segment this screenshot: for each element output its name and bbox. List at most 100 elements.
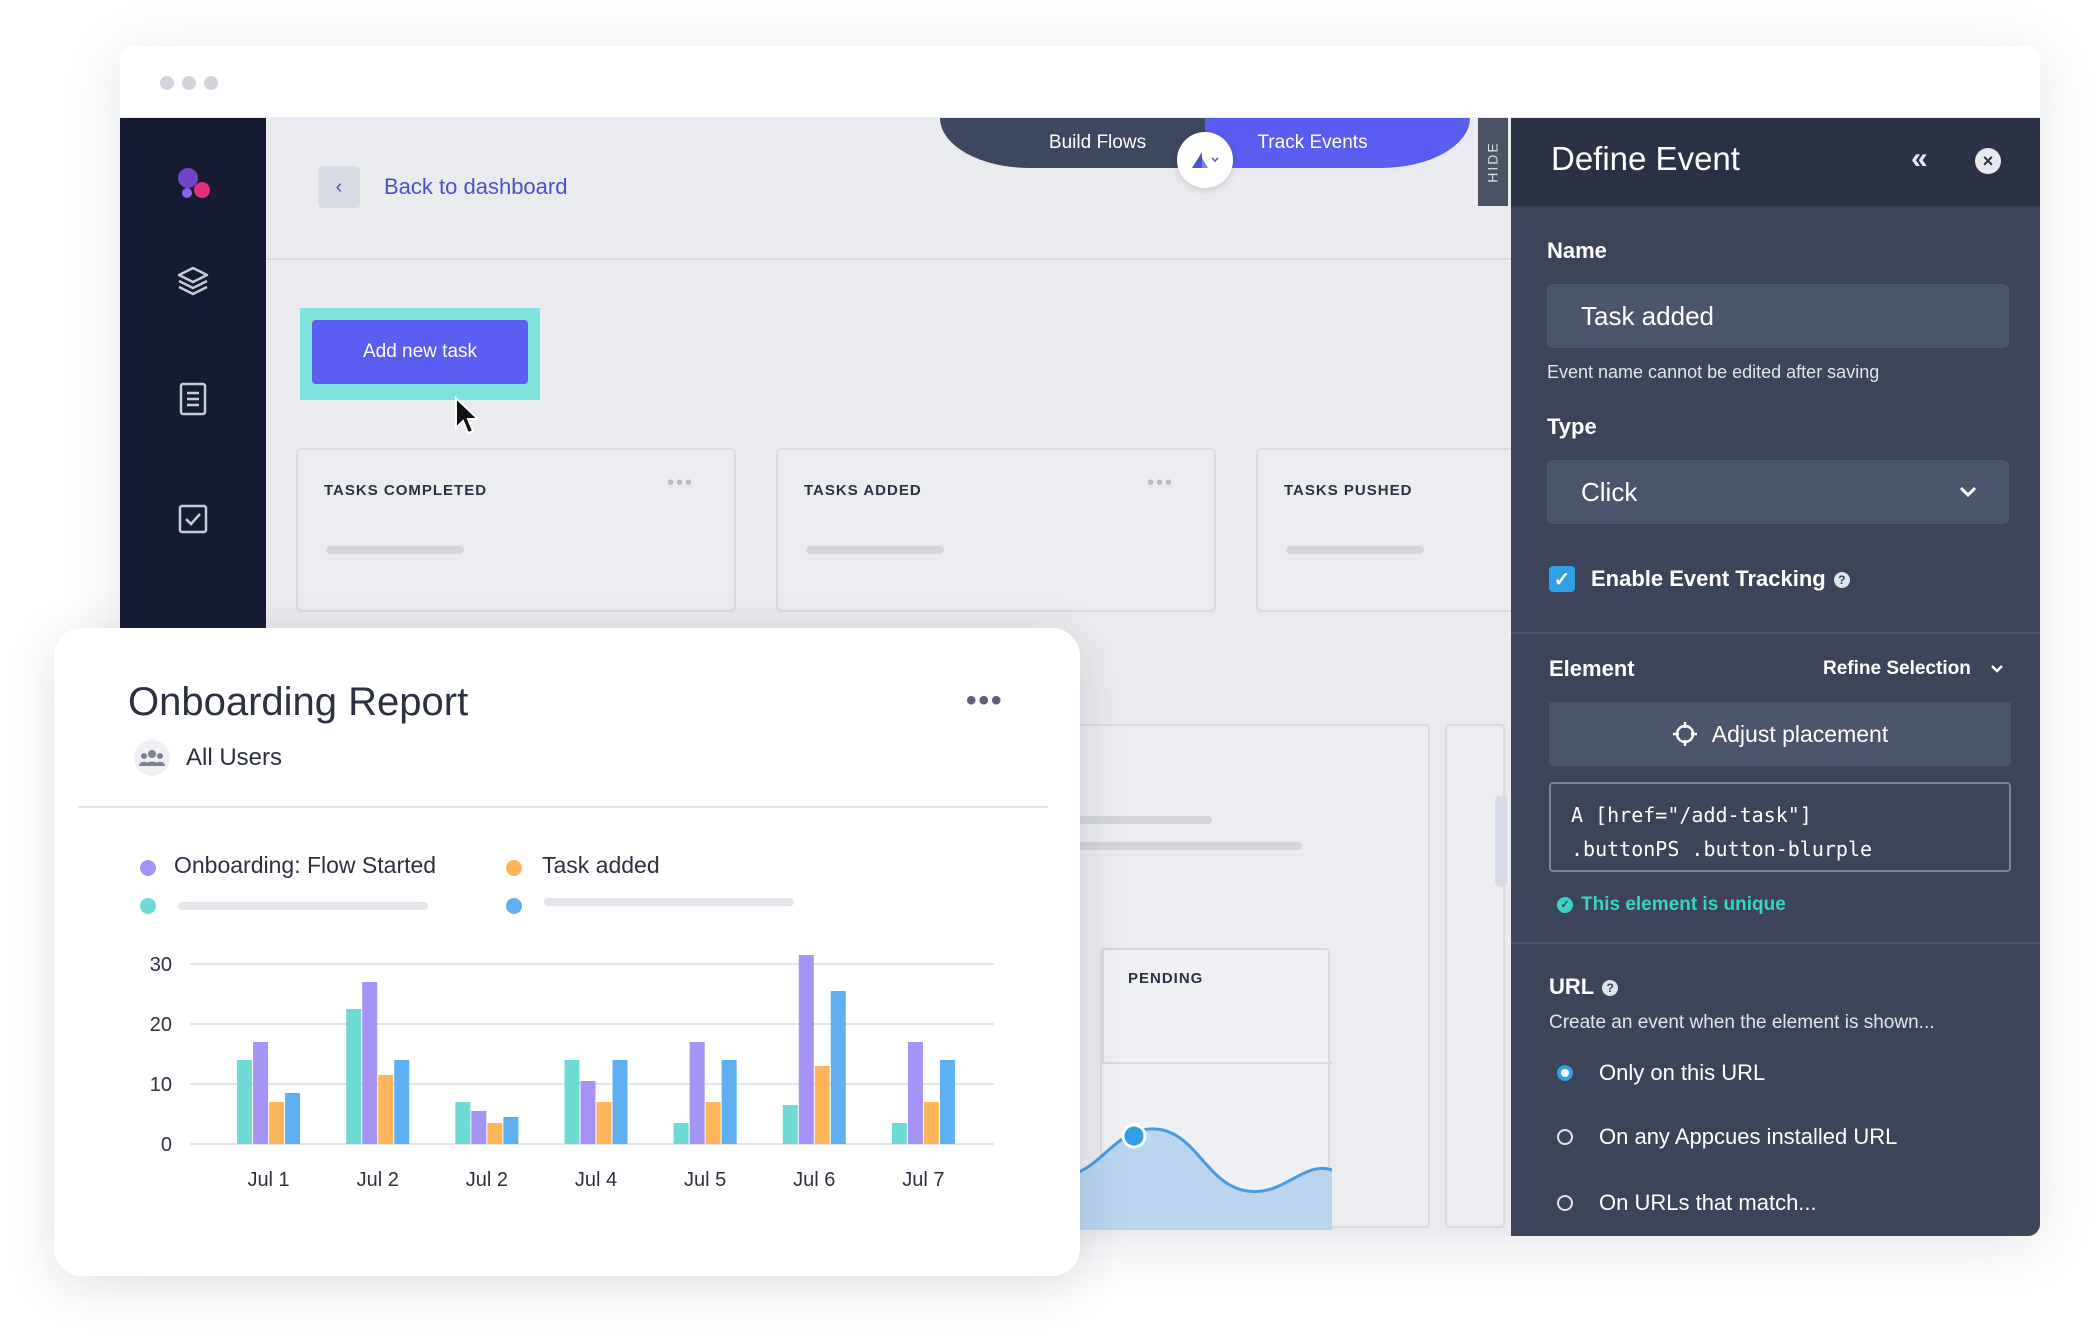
event-name-input[interactable]: Task added — [1547, 284, 2009, 348]
y-tick-label: 0 — [161, 1134, 172, 1156]
enable-tracking-checkbox[interactable]: ✓ — [1549, 566, 1575, 592]
chevron-down-icon — [1959, 486, 1977, 498]
x-tick-label: Jul 5 — [684, 1169, 726, 1191]
pending-panel: PENDING — [902, 948, 1332, 1230]
bar — [564, 1060, 580, 1144]
url-option-match[interactable]: On URLs that match... — [1557, 1190, 1817, 1216]
logo-icon[interactable] — [170, 162, 216, 208]
css-selector-field[interactable]: A [href="/add-task"] .buttonPS .button-b… — [1549, 782, 2011, 872]
more-icon[interactable]: ••• — [1147, 472, 1174, 495]
report-title: Onboarding Report — [128, 680, 469, 724]
bar — [830, 991, 846, 1144]
radio[interactable] — [1557, 1129, 1573, 1145]
type-label: Type — [1547, 414, 1597, 439]
unique-status: ✓ This element is unique — [1557, 894, 1786, 916]
window-dot[interactable] — [182, 76, 196, 90]
refine-selection-label: Refine Selection — [1823, 658, 1971, 679]
more-icon[interactable]: ••• — [966, 684, 1004, 718]
placeholder-bar — [1286, 546, 1424, 554]
bar — [580, 1081, 596, 1144]
bar — [923, 1102, 939, 1144]
divider — [1511, 942, 2040, 944]
stat-card-title: TASKS PUSHED — [1284, 482, 1413, 499]
name-label: Name — [1547, 238, 1607, 263]
pending-label: PENDING — [1128, 970, 1204, 987]
bar — [612, 1060, 628, 1144]
panel-title: Define Event — [1551, 140, 1740, 177]
adjust-placement-label: Adjust placement — [1711, 720, 1889, 747]
unique-label: This element is unique — [1581, 894, 1786, 915]
close-icon[interactable]: × — [1975, 148, 2001, 174]
help-icon[interactable]: ? — [1833, 572, 1850, 589]
stat-card-tasks-added[interactable]: TASKS ADDED ••• — [776, 448, 1216, 612]
bar — [814, 1066, 830, 1144]
url-option-this[interactable]: Only on this URL — [1557, 1060, 1765, 1086]
bar — [673, 1123, 689, 1144]
selector-line: A [href="/add-task"] — [1571, 803, 1812, 827]
back-to-dashboard-link[interactable]: Back to dashboard — [384, 174, 567, 200]
bar — [346, 1009, 362, 1144]
url-option-any[interactable]: On any Appcues installed URL — [1557, 1124, 1897, 1150]
x-tick-label: Jul 1 — [247, 1169, 289, 1191]
bar — [503, 1117, 519, 1144]
add-new-task-button[interactable]: Add new task — [312, 320, 528, 384]
legend-placeholder-bar — [178, 902, 428, 910]
legend-swatch — [506, 898, 522, 914]
adjust-placement-button[interactable]: Adjust placement — [1549, 702, 2011, 766]
legend-label: Task added — [542, 852, 660, 878]
audience-label[interactable]: All Users — [186, 744, 282, 772]
tab-track-events[interactable]: Track Events — [1205, 118, 1470, 168]
y-tick-label: 20 — [150, 1014, 172, 1036]
mode-tabs: Build Flows Track Events — [940, 118, 1470, 188]
selector-line: .buttonPS .button-blurple — [1571, 837, 1873, 861]
divider — [78, 806, 1048, 808]
bar — [237, 1060, 253, 1144]
stat-card-tasks-completed[interactable]: TASKS COMPLETED ••• — [296, 448, 736, 612]
appcues-toggle-icon[interactable] — [1177, 132, 1233, 188]
url-option-label: On any Appcues installed URL — [1599, 1124, 1898, 1149]
x-tick-label: Jul 2 — [466, 1169, 508, 1191]
divider — [1511, 632, 2040, 634]
type-select-value: Click — [1581, 476, 1638, 507]
back-chevron-icon[interactable]: ‹ — [318, 166, 360, 208]
url-label: URL? — [1549, 974, 1619, 1000]
bar — [253, 1042, 269, 1144]
collapse-icon[interactable]: « — [1911, 142, 1928, 176]
url-label-text: URL — [1549, 974, 1595, 999]
bar — [362, 982, 378, 1144]
placeholder-bar — [326, 546, 464, 554]
type-select[interactable]: Click — [1547, 460, 2009, 524]
tab-build-flows[interactable]: Build Flows — [940, 118, 1205, 168]
checklist-icon[interactable] — [170, 496, 216, 542]
bar — [721, 1060, 737, 1144]
layers-icon[interactable] — [170, 258, 216, 304]
element-label: Element — [1549, 656, 1635, 681]
more-icon[interactable]: ••• — [667, 472, 694, 495]
bar — [705, 1102, 721, 1144]
y-tick-label: 30 — [150, 954, 172, 976]
bar — [378, 1075, 394, 1144]
define-event-panel: Define Event « × Name Task added Event n… — [1511, 118, 2040, 1236]
legend-swatch — [140, 898, 156, 914]
chevron-down-icon — [1991, 665, 2003, 673]
url-hint: Create an event when the element is show… — [1549, 1012, 1935, 1033]
bar — [782, 1105, 798, 1144]
document-icon[interactable] — [170, 376, 216, 422]
radio-selected[interactable] — [1557, 1065, 1573, 1081]
legend-swatch — [506, 860, 522, 876]
window-dot[interactable] — [160, 76, 174, 90]
help-icon[interactable]: ? — [1602, 980, 1619, 997]
onboarding-report-card: Onboarding Report ••• All Users Onboardi… — [54, 628, 1080, 1276]
background-panel — [1445, 724, 1507, 1228]
placeholder-bar — [806, 546, 944, 554]
window-dot[interactable] — [204, 76, 218, 90]
bar — [596, 1102, 612, 1144]
hide-panel-tab[interactable]: HIDE — [1478, 118, 1508, 206]
window-titlebar — [120, 46, 2040, 118]
bar — [269, 1102, 285, 1144]
radio[interactable] — [1557, 1195, 1573, 1211]
panel-header: Define Event « × — [1511, 118, 2040, 206]
crosshair-icon — [1672, 722, 1697, 746]
refine-selection-dropdown[interactable]: Refine Selection — [1823, 658, 2004, 680]
tracking-label-text: Enable Event Tracking — [1591, 566, 1826, 591]
